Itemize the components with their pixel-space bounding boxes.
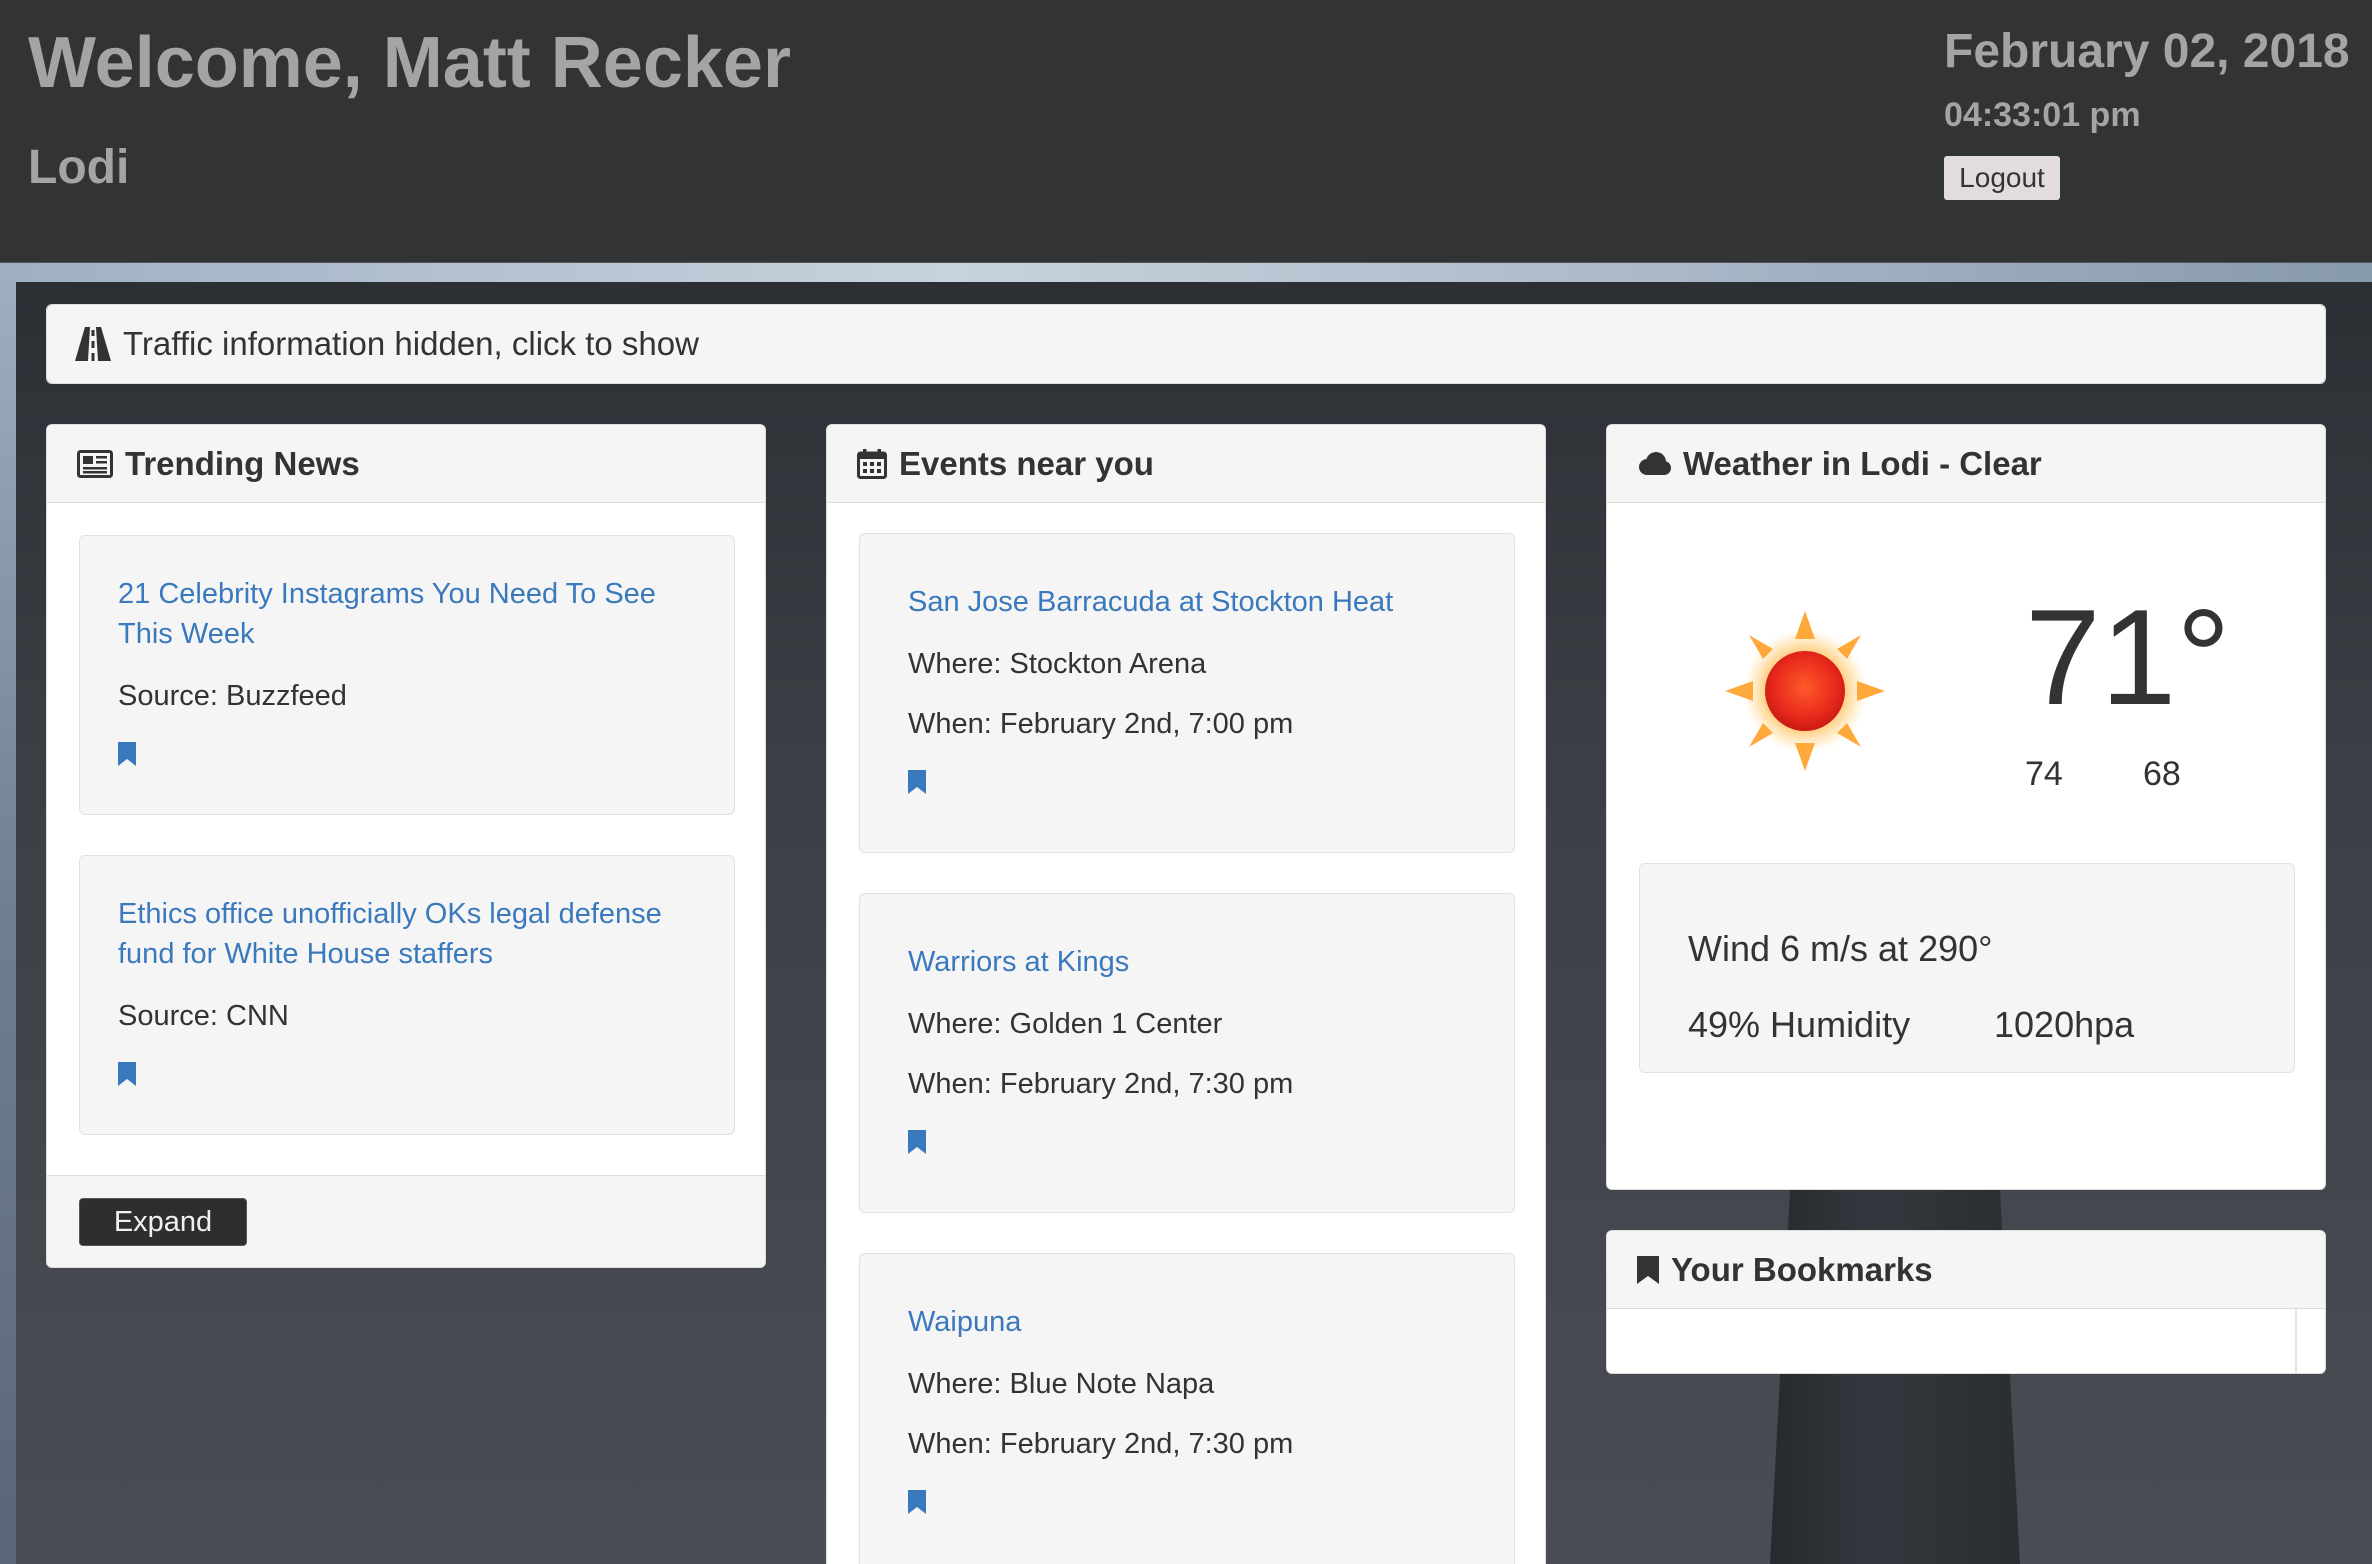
- news-headline-link[interactable]: 21 Celebrity Instagrams You Need To See …: [118, 574, 678, 654]
- event-name-link[interactable]: Warriors at Kings: [908, 942, 1129, 982]
- weather-details: Wind 6 m/s at 290° 49% Humidity 1020hpa: [1639, 863, 2295, 1073]
- event-name-link[interactable]: Waipuna: [908, 1302, 1021, 1342]
- traffic-toggle[interactable]: Traffic information hidden, click to sho…: [46, 304, 2326, 384]
- bookmark-icon: [1637, 1255, 1659, 1284]
- news-item: Ethics office unofficially OKs legal def…: [79, 855, 735, 1135]
- event-item: Warriors at Kings Where: Golden 1 Center…: [859, 893, 1515, 1213]
- wind-info: Wind 6 m/s at 290°: [1688, 928, 1993, 969]
- trending-news-header: Trending News: [47, 425, 765, 503]
- bookmark-icon[interactable]: [118, 1062, 136, 1086]
- event-where: Where: Blue Note Napa: [908, 1368, 1215, 1400]
- event-where: Where: Stockton Arena: [908, 648, 1207, 680]
- road-icon: [75, 327, 111, 361]
- logout-button[interactable]: Logout: [1944, 156, 2060, 200]
- event-where: Where: Golden 1 Center: [908, 1008, 1223, 1040]
- news-source: Source: Buzzfeed: [118, 680, 347, 712]
- pressure-info: 1020hpa: [1994, 1004, 2135, 1045]
- bookmark-icon[interactable]: [908, 1130, 926, 1154]
- sun-icon: [1725, 611, 1885, 771]
- events-header: Events near you: [827, 425, 1545, 503]
- weather-panel: Weather in Lodi - Clear 71° 74 68 Wind 6…: [1606, 424, 2326, 1190]
- bookmark-icon[interactable]: [118, 742, 136, 766]
- current-time: 04:33:01 pm: [1944, 96, 2141, 134]
- bookmarks-title: Your Bookmarks: [1671, 1250, 1933, 1288]
- page-header: Welcome, Matt Recker Lodi February 02, 2…: [0, 0, 2372, 263]
- event-item: Waipuna Where: Blue Note Napa When: Febr…: [859, 1253, 1515, 1564]
- current-date: February 02, 2018: [1944, 25, 2350, 78]
- humidity-info: 49% Humidity: [1688, 1004, 1911, 1045]
- current-temperature: 71°: [2025, 581, 2231, 733]
- low-temperature: 68: [2143, 755, 2181, 793]
- background-left-strip: [0, 262, 16, 1564]
- trending-news-panel: Trending News 21 Celebrity Instagrams Yo…: [46, 424, 766, 1268]
- event-when: When: February 2nd, 7:00 pm: [908, 708, 1294, 740]
- news-source: Source: CNN: [118, 1000, 289, 1032]
- bookmarks-header: Your Bookmarks: [1607, 1231, 2325, 1309]
- news-footer: Expand: [47, 1175, 765, 1267]
- news-item: 21 Celebrity Instagrams You Need To See …: [79, 535, 735, 815]
- newspaper-icon: [77, 449, 113, 478]
- news-headline-link[interactable]: Ethics office unofficially OKs legal def…: [118, 894, 698, 974]
- bookmark-icon[interactable]: [908, 770, 926, 794]
- traffic-header[interactable]: Traffic information hidden, click to sho…: [47, 305, 2325, 383]
- event-item: San Jose Barracuda at Stockton Heat Wher…: [859, 533, 1515, 853]
- background-sky: [0, 262, 2372, 282]
- event-when: When: February 2nd, 7:30 pm: [908, 1068, 1294, 1100]
- trending-news-title: Trending News: [125, 444, 360, 482]
- bookmark-icon[interactable]: [908, 1490, 926, 1514]
- cloud-icon: [1637, 451, 1671, 476]
- high-temperature: 74: [2025, 755, 2063, 793]
- calendar-icon: [857, 448, 887, 479]
- weather-title: Weather in Lodi - Clear: [1683, 444, 2042, 482]
- bookmarks-panel: Your Bookmarks: [1606, 1230, 2326, 1374]
- dashboard-app: Welcome, Matt Recker Lodi February 02, 2…: [0, 0, 2372, 1564]
- event-when: When: February 2nd, 7:30 pm: [908, 1428, 1294, 1460]
- events-title: Events near you: [899, 444, 1154, 482]
- traffic-label: Traffic information hidden, click to sho…: [123, 325, 699, 362]
- events-panel: Events near you San Jose Barracuda at St…: [826, 424, 1546, 1564]
- welcome-title: Welcome, Matt Recker: [28, 23, 791, 103]
- bookmarks-scrollbar[interactable]: [2295, 1309, 2297, 1373]
- expand-button[interactable]: Expand: [79, 1198, 247, 1246]
- event-name-link[interactable]: San Jose Barracuda at Stockton Heat: [908, 582, 1393, 622]
- city-name: Lodi: [28, 141, 130, 194]
- weather-header: Weather in Lodi - Clear: [1607, 425, 2325, 503]
